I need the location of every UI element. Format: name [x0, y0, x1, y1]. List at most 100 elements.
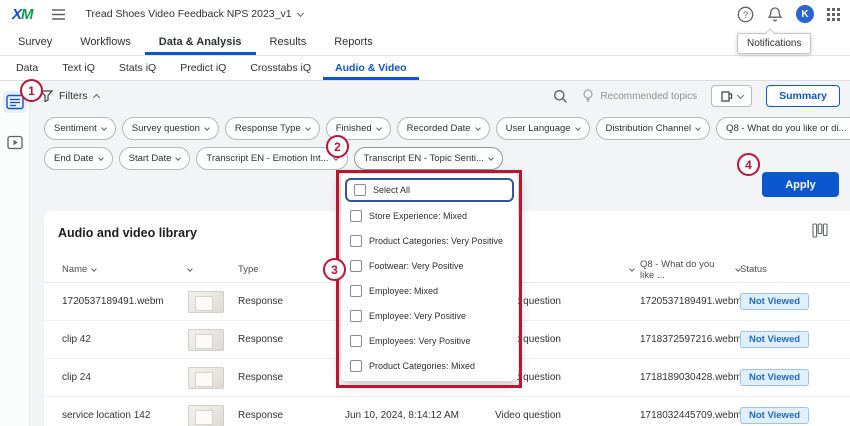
subtab-audio-video[interactable]: Audio & Video	[323, 56, 419, 80]
header-type[interactable]: Type	[238, 264, 345, 275]
question-cell: Video question	[495, 410, 640, 421]
header-name[interactable]: Name	[62, 264, 188, 275]
header-status[interactable]: Status	[740, 264, 850, 275]
sort-chevron-icon	[187, 266, 193, 272]
dropdown-item[interactable]: Footwear: Very Positive	[341, 253, 518, 278]
export-menu-button[interactable]	[711, 85, 752, 107]
help-icon[interactable]: ?	[737, 6, 754, 23]
top-bar: XM Tread Shoes Video Feedback NPS 2023_v…	[0, 0, 850, 28]
video-thumbnail[interactable]	[188, 367, 224, 389]
apply-button[interactable]: Apply	[762, 172, 839, 197]
sort-chevron-icon	[629, 266, 635, 272]
header-label: Name	[62, 264, 87, 275]
notifications-bell-icon[interactable]	[767, 6, 783, 23]
chevron-down-icon	[333, 155, 339, 161]
chip-start-date[interactable]: Start Date	[119, 147, 191, 170]
video-thumbnail[interactable]	[188, 329, 224, 351]
tab-data-analysis[interactable]: Data & Analysis	[145, 28, 256, 55]
header-label: Q8 - What do you like ...	[640, 259, 731, 281]
search-icon[interactable]	[553, 89, 568, 104]
dropdown-item-label: Product Categories: Very Positive	[369, 236, 503, 246]
chip-user-language[interactable]: User Language	[496, 117, 590, 140]
q8-cell: 1718189030428.webm	[640, 372, 740, 383]
dropdown-item[interactable]: Employees: Very Positive	[341, 328, 518, 353]
chip-survey-question[interactable]: Survey question	[122, 117, 219, 140]
toolbar-right: Recommended topics Summary	[553, 85, 840, 107]
checkbox[interactable]	[354, 184, 366, 196]
chip-sentiment[interactable]: Sentiment	[44, 117, 116, 140]
columns-icon[interactable]	[812, 223, 828, 243]
filter-funnel-icon	[40, 90, 53, 102]
chevron-down-icon	[695, 125, 701, 131]
chip-recorded-date[interactable]: Recorded Date	[397, 117, 490, 140]
q8-cell: 1720537189491.webm	[640, 296, 740, 307]
library-title: Audio and video library	[58, 226, 197, 240]
checkbox[interactable]	[350, 360, 362, 372]
name-cell: service location 142	[62, 410, 188, 421]
project-title-dropdown[interactable]: Tread Shoes Video Feedback NPS 2023_v1	[86, 8, 303, 20]
project-title: Tread Shoes Video Feedback NPS 2023_v1	[86, 8, 292, 20]
dropdown-item-label: Employees: Very Positive	[369, 336, 471, 346]
main-nav: Survey Workflows Data & Analysis Results…	[0, 28, 850, 56]
tab-results[interactable]: Results	[256, 28, 321, 55]
xm-logo[interactable]: XM	[12, 6, 33, 23]
video-thumbnail[interactable]	[188, 291, 224, 313]
recommended-topics-button[interactable]: Recommended topics	[582, 89, 697, 103]
checkbox[interactable]	[350, 210, 362, 222]
filters-label: Filters	[59, 90, 88, 102]
apps-grid-icon[interactable]	[827, 8, 840, 21]
filter-chip-row-1: Sentiment Survey question Response Type …	[44, 117, 844, 140]
mug-icon	[720, 90, 733, 103]
chip-label: Response Type	[235, 123, 301, 134]
sidebar-item-media-library[interactable]	[3, 91, 27, 113]
subtab-predict-iq[interactable]: Predict iQ	[168, 56, 238, 80]
table-row[interactable]: service location 142 Response Jun 10, 20…	[44, 397, 850, 426]
checkbox[interactable]	[350, 335, 362, 347]
checkbox[interactable]	[350, 285, 362, 297]
chevron-down-icon	[305, 125, 311, 131]
dropdown-item-select-all[interactable]: Select All	[345, 178, 514, 202]
tab-workflows[interactable]: Workflows	[66, 28, 145, 55]
chip-response-type[interactable]: Response Type	[225, 117, 320, 140]
status-badge: Not Viewed	[740, 293, 809, 310]
chevron-down-icon	[737, 91, 744, 98]
video-thumbnail[interactable]	[188, 405, 224, 426]
recommended-topics-label: Recommended topics	[600, 91, 697, 102]
checkbox[interactable]	[350, 260, 362, 272]
avatar[interactable]: K	[796, 5, 814, 23]
checkbox[interactable]	[350, 310, 362, 322]
subtab-crosstabs-iq[interactable]: Crosstabs iQ	[238, 56, 323, 80]
tab-reports[interactable]: Reports	[320, 28, 387, 55]
hamburger-icon[interactable]	[51, 8, 66, 21]
dropdown-item[interactable]: Product Categories: Very Positive	[341, 228, 518, 253]
checkbox[interactable]	[350, 235, 362, 247]
dropdown-item[interactable]: Product Categories: Mixed	[341, 353, 518, 378]
dropdown-item[interactable]: Employee: Mixed	[341, 278, 518, 303]
subtab-text-iq[interactable]: Text iQ	[50, 56, 107, 80]
dropdown-item[interactable]: Employee: Very Positive	[341, 303, 518, 328]
notifications-tooltip: Notifications	[737, 33, 811, 54]
summary-button[interactable]: Summary	[766, 85, 840, 107]
svg-text:?: ?	[743, 10, 748, 21]
type-cell: Response	[238, 410, 345, 421]
chip-q8[interactable]: Q8 - What do you like or di...	[716, 117, 850, 140]
status-badge: Not Viewed	[740, 407, 809, 424]
chip-distribution-channel[interactable]: Distribution Channel	[596, 117, 711, 140]
lightbulb-icon	[582, 89, 594, 103]
chip-transcript-emotion[interactable]: Transcript EN - Emotion Int...	[196, 147, 347, 170]
sidebar-item-video-player[interactable]	[3, 131, 27, 153]
chevron-down-icon	[488, 155, 494, 161]
chip-transcript-topic-sentiment[interactable]: Transcript EN - Topic Senti...	[354, 147, 503, 170]
subtab-stats-iq[interactable]: Stats iQ	[107, 56, 168, 80]
chevron-down-icon	[204, 125, 210, 131]
sub-nav: Data Text iQ Stats iQ Predict iQ Crossta…	[0, 56, 850, 81]
header-thumbnail[interactable]	[188, 269, 238, 271]
chip-finished[interactable]: Finished	[326, 117, 391, 140]
filters-toggle[interactable]: Filters	[40, 90, 99, 102]
tab-survey[interactable]: Survey	[4, 28, 66, 55]
chip-end-date[interactable]: End Date	[44, 147, 113, 170]
name-cell: clip 24	[62, 372, 188, 383]
header-q8[interactable]: Q8 - What do you like ...	[640, 259, 740, 281]
dropdown-item[interactable]: Store Experience: Mixed	[341, 203, 518, 228]
subtab-data[interactable]: Data	[4, 56, 50, 80]
